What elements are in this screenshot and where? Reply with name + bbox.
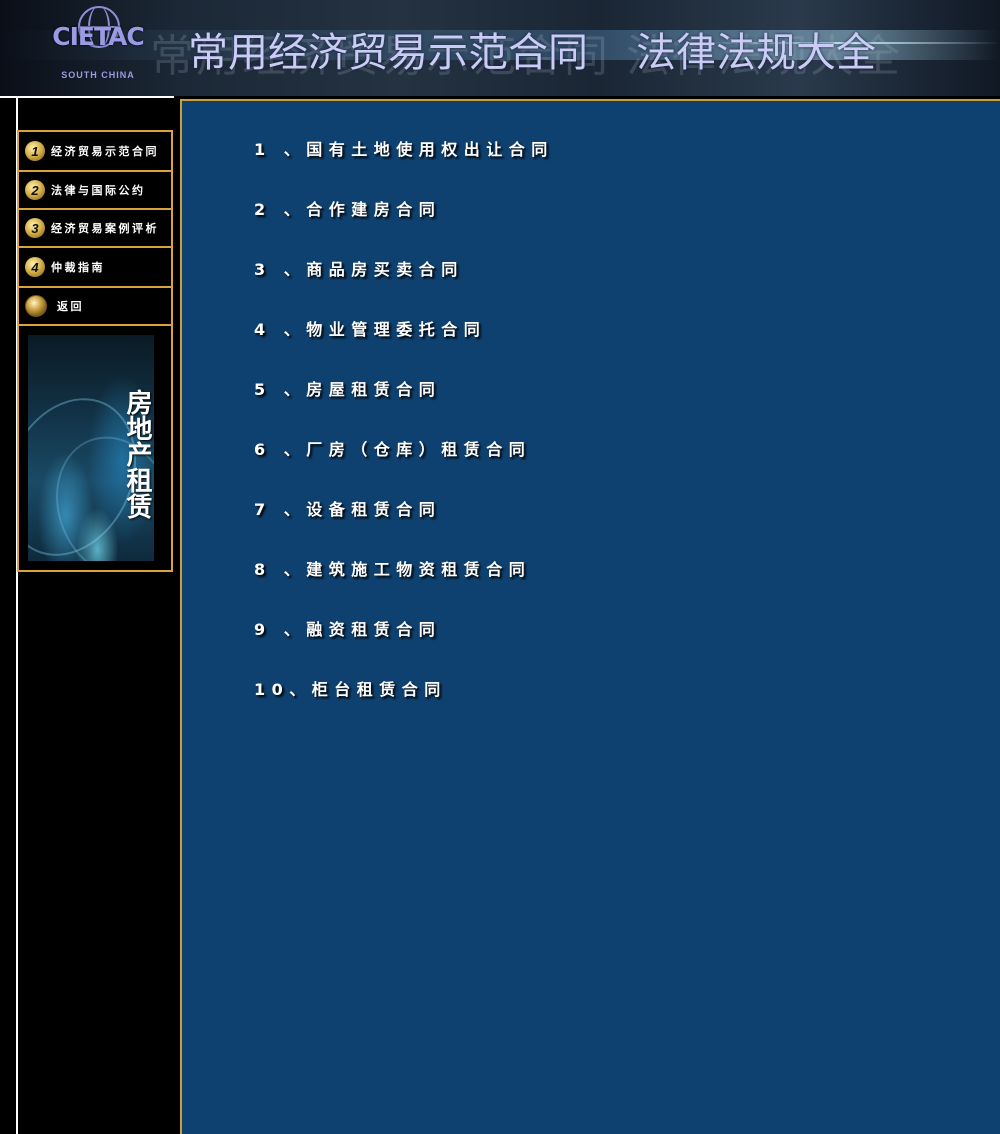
contract-link-6[interactable]: 6 、厂房（仓库）租赁合同 [254, 439, 554, 499]
contract-link-4[interactable]: 4 、物业管理委托合同 [254, 319, 554, 379]
logo-brand-text: CIETAC [52, 22, 145, 51]
contract-link-5[interactable]: 5 、房屋租赁合同 [254, 379, 554, 439]
contract-link-9[interactable]: 9 、融资租赁合同 [254, 619, 554, 679]
number-3-icon: 3 [25, 218, 45, 238]
real-estate-leasing-image: 房地产租赁 [28, 335, 154, 561]
contract-link-10[interactable]: 10、柜台租赁合同 [254, 679, 554, 739]
rail-horizontal-divider [0, 96, 174, 98]
logo-subtitle: SOUTH CHINA [61, 70, 135, 80]
page-title-right: 法律法规大全 [636, 30, 876, 76]
contract-link-8[interactable]: 8 、建筑施工物资租赁合同 [254, 559, 554, 619]
contract-link-7[interactable]: 7 、设备租赁合同 [254, 499, 554, 559]
contract-list: 1 、国有土地使用权出让合同 2 、合作建房合同 3 、商品房买卖合同 4 、物… [254, 139, 554, 739]
number-1-icon: 1 [25, 141, 45, 161]
orb-icon [25, 295, 47, 317]
main-content-panel: 1 、国有土地使用权出让合同 2 、合作建房合同 3 、商品房买卖合同 4 、物… [180, 99, 1000, 1134]
contract-link-3[interactable]: 3 、商品房买卖合同 [254, 259, 554, 319]
side-image-caption: 房地产租赁 [122, 389, 152, 519]
page-title: 常用经济贸易示范合同 法律法规大全 [188, 20, 876, 78]
sidebar-nav: 1 经济贸易示范合同 2 法律与国际公约 3 经济贸易案例评析 4 仲裁指南 返… [17, 130, 173, 572]
number-2-icon: 2 [25, 180, 45, 200]
cietac-logo[interactable]: CIETAC SOUTH CHINA [50, 6, 146, 86]
sidebar-item-back[interactable]: 返回 [19, 288, 171, 326]
sidebar-item-arbitration-guide[interactable]: 4 仲裁指南 [19, 248, 171, 288]
sidebar-item-laws-conventions[interactable]: 2 法律与国际公约 [19, 172, 171, 210]
sidebar-item-model-contracts[interactable]: 1 经济贸易示范合同 [19, 132, 171, 172]
sidebar-item-case-reviews[interactable]: 3 经济贸易案例评析 [19, 210, 171, 248]
sidebar-item-label: 返回 [57, 300, 84, 313]
page-title-left: 常用经济贸易示范合同 [188, 30, 588, 76]
number-4-icon: 4 [25, 257, 45, 277]
header-banner: 常用经济贸易示范合同 法律法规大全 CIETAC SOUTH CHINA 常用经… [0, 0, 1000, 96]
sidebar-item-label: 仲裁指南 [51, 261, 105, 274]
sidebar-item-label: 经济贸易示范合同 [51, 145, 159, 158]
contract-link-2[interactable]: 2 、合作建房合同 [254, 199, 554, 259]
sidebar-item-label: 经济贸易案例评析 [51, 222, 159, 235]
contract-link-1[interactable]: 1 、国有土地使用权出让合同 [254, 139, 554, 199]
sidebar-item-label: 法律与国际公约 [51, 184, 146, 197]
